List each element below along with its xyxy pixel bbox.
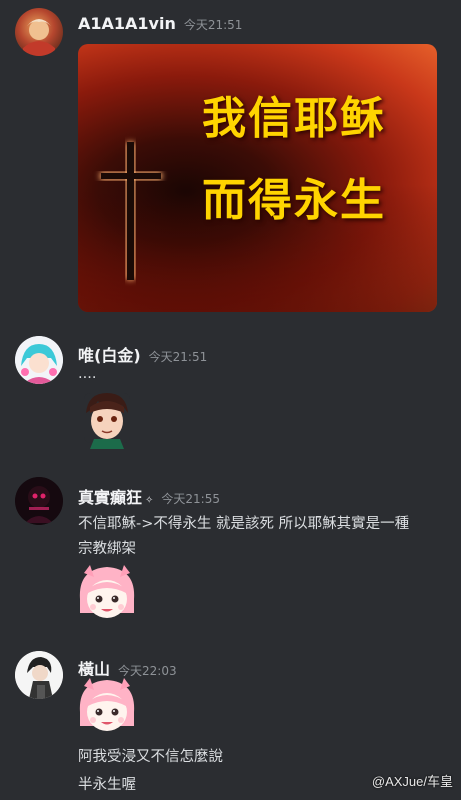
avatar-icon (15, 336, 63, 384)
message-image[interactable]: 我信耶稣 而得永生 (78, 44, 437, 312)
message-text-line-2: 宗教綁架 (78, 541, 136, 557)
sticker-pink-girl-icon[interactable] (76, 563, 138, 625)
watermark: @AXJue/车皇 (371, 774, 453, 789)
message-text-line-2: 半永生喔 (78, 777, 136, 793)
username[interactable]: 唯(白金) 今天21:51 (78, 342, 207, 366)
message-text: .... (78, 366, 97, 382)
avatar-user-3[interactable] (15, 477, 63, 525)
avatar-user-4[interactable] (15, 651, 63, 699)
avatar-user-2[interactable] (15, 336, 63, 384)
avatar-user-1[interactable] (15, 8, 63, 56)
message-text-line-1: 阿我受浸又不信怎麼說 (78, 749, 223, 765)
avatar-icon (15, 651, 63, 699)
timestamp: 今天21:51 (183, 18, 243, 32)
username[interactable]: 真實癲狂 ✧ 今天21:55 (78, 484, 220, 508)
avatar-icon (15, 477, 63, 525)
image-text-line-1: 我信耶稣 (202, 93, 386, 144)
sparkle-icon: ✧ (145, 495, 154, 506)
username[interactable]: A1A1A1vin 今天21:51 (78, 14, 242, 33)
sticker-boy-face-icon[interactable] (76, 387, 138, 449)
avatar-icon (23, 19, 55, 56)
timestamp: 今天21:55 (161, 492, 220, 506)
sticker-pink-girl-icon[interactable] (76, 676, 138, 738)
message-text-line-1: 不信耶穌->不得永生 就是該死 所以耶穌其實是一種 (78, 516, 410, 532)
image-text-line-2: 而得永生 (202, 175, 386, 226)
timestamp: 今天21:51 (148, 350, 208, 364)
